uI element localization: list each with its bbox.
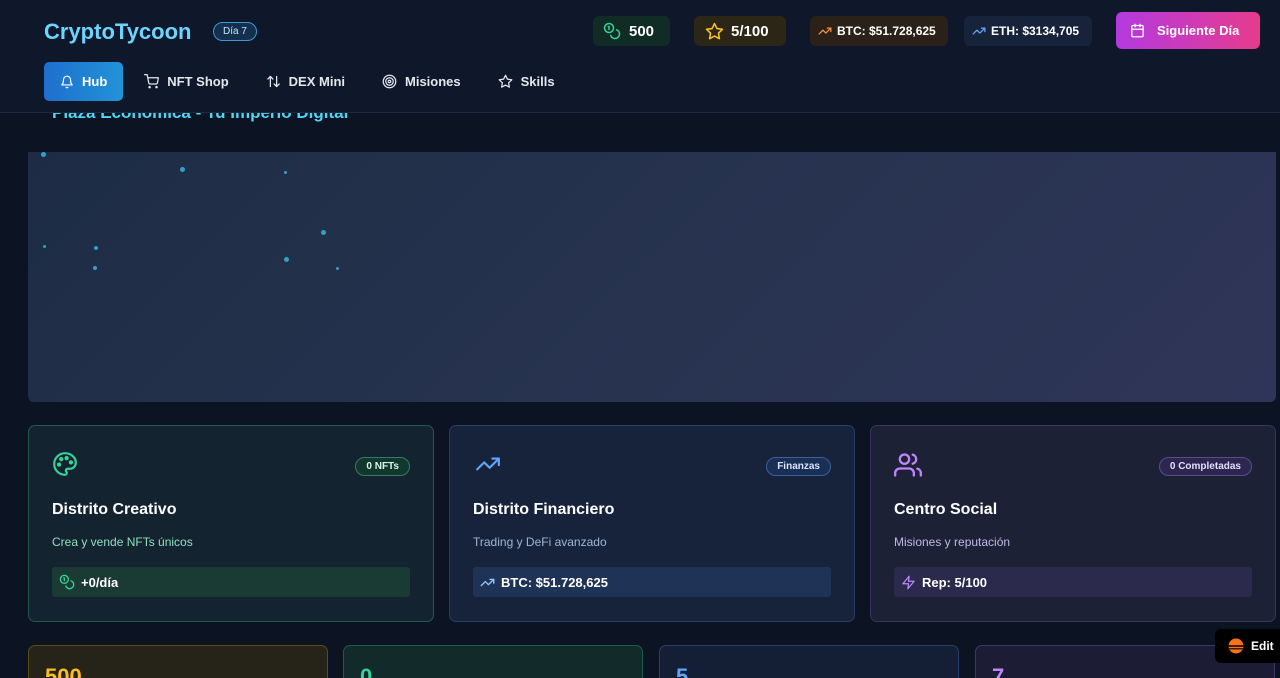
district-subtitle: Misiones y reputación — [894, 535, 1011, 549]
particle — [43, 245, 46, 248]
tab-label: Hub — [82, 74, 108, 89]
palette-icon — [53, 452, 77, 476]
district-title: Distrito Creativo — [52, 501, 177, 518]
next-day-button[interactable]: Siguiente Día — [1116, 12, 1260, 49]
tab-label: NFT Shop — [167, 74, 229, 89]
trending-up-icon — [818, 27, 832, 35]
hero-canvas — [28, 152, 1276, 402]
coins-value: 500 — [629, 22, 655, 40]
star-icon — [498, 74, 513, 88]
district-stat-value: BTC: $51.728,625 — [501, 574, 608, 590]
stat-value: 7 — [992, 664, 1005, 678]
calendar-icon — [1131, 23, 1144, 38]
eth-price: ETH: $3134,705 — [991, 24, 1080, 38]
tab-dex-mini[interactable]: DEX Mini — [250, 62, 361, 101]
coins-icon — [59, 574, 75, 590]
main-nav: Hub NFT Shop DEX Mini Misiones Skills — [44, 62, 576, 101]
district-stat-value: Rep: 5/100 — [922, 574, 988, 590]
trending-up-icon — [972, 27, 986, 35]
tab-hub[interactable]: Hub — [44, 62, 124, 101]
particle — [93, 266, 97, 270]
app-title[interactable]: CryptoTycoon — [44, 19, 191, 45]
lightning-icon — [902, 575, 915, 589]
reputation-value: 5/100 — [731, 22, 769, 40]
tab-label: Skills — [520, 74, 555, 89]
btc-ticker: BTC: $51.728,625 — [810, 16, 948, 46]
particle — [41, 152, 46, 157]
district-card-creativo[interactable]: 0 NFTs Distrito Creativo Crea y vende NF… — [28, 425, 434, 622]
district-subtitle: Crea y vende NFTs únicos — [52, 535, 193, 549]
stat-value: 500 — [45, 664, 82, 678]
particle — [284, 171, 287, 174]
district-stat: +0/día — [52, 567, 410, 597]
edit-button[interactable]: Edit — [1215, 629, 1280, 663]
trending-up-icon — [476, 457, 500, 471]
tab-skills[interactable]: Skills — [482, 62, 571, 101]
tab-label: DEX Mini — [288, 74, 346, 89]
tab-nft-shop[interactable]: NFT Shop — [128, 62, 244, 101]
district-subtitle: Trading y DeFi avanzado — [473, 535, 607, 549]
particle — [284, 257, 289, 262]
district-stat-value: +0/día — [81, 574, 119, 590]
nft-count-badge: 0 NFTs — [355, 457, 410, 476]
next-day-label: Siguiente Día — [1157, 23, 1240, 38]
stat-value: 0 — [360, 664, 373, 678]
users-icon — [894, 453, 922, 477]
stat-value: 5 — [676, 664, 689, 678]
coins-balance: 500 — [593, 16, 670, 46]
district-card-financiero[interactable]: Finanzas Distrito Financiero Trading y D… — [449, 425, 855, 622]
particle — [94, 246, 98, 250]
target-icon — [382, 74, 397, 89]
eth-ticker: ETH: $3134,705 — [964, 16, 1092, 46]
swap-arrows-icon — [266, 75, 280, 88]
sun-logo-icon — [1228, 638, 1244, 654]
day-badge: Día 7 — [213, 22, 257, 41]
tab-label: Misiones — [405, 74, 461, 89]
district-card-social[interactable]: 0 Completadas Centro Social Misiones y r… — [870, 425, 1276, 622]
bell-icon — [61, 75, 73, 88]
district-stat: Rep: 5/100 — [894, 567, 1252, 597]
cart-icon — [144, 74, 160, 89]
top-header: CryptoTycoon Día 7 500 5/100 BTC: $51.72… — [0, 0, 1280, 113]
star-icon — [705, 22, 724, 39]
stat-card-coins: 500 — [28, 645, 328, 678]
tab-misiones[interactable]: Misiones — [366, 62, 477, 101]
district-stat: BTC: $51.728,625 — [473, 567, 831, 597]
coins-icon — [603, 22, 621, 40]
trending-up-icon — [480, 578, 495, 586]
particle — [336, 267, 339, 270]
edit-label: Edit — [1251, 639, 1274, 653]
stat-card-reputation: 5 — [659, 645, 959, 678]
category-badge: Finanzas — [766, 457, 831, 476]
btc-price: BTC: $51.728,625 — [837, 24, 936, 38]
stat-card-nfts: 0 — [343, 645, 643, 678]
reputation-balance: 5/100 — [694, 16, 786, 46]
particle — [321, 230, 326, 235]
district-title: Distrito Financiero — [473, 501, 615, 518]
completed-badge: 0 Completadas — [1158, 457, 1252, 476]
particle — [180, 167, 185, 172]
district-title: Centro Social — [894, 501, 998, 518]
